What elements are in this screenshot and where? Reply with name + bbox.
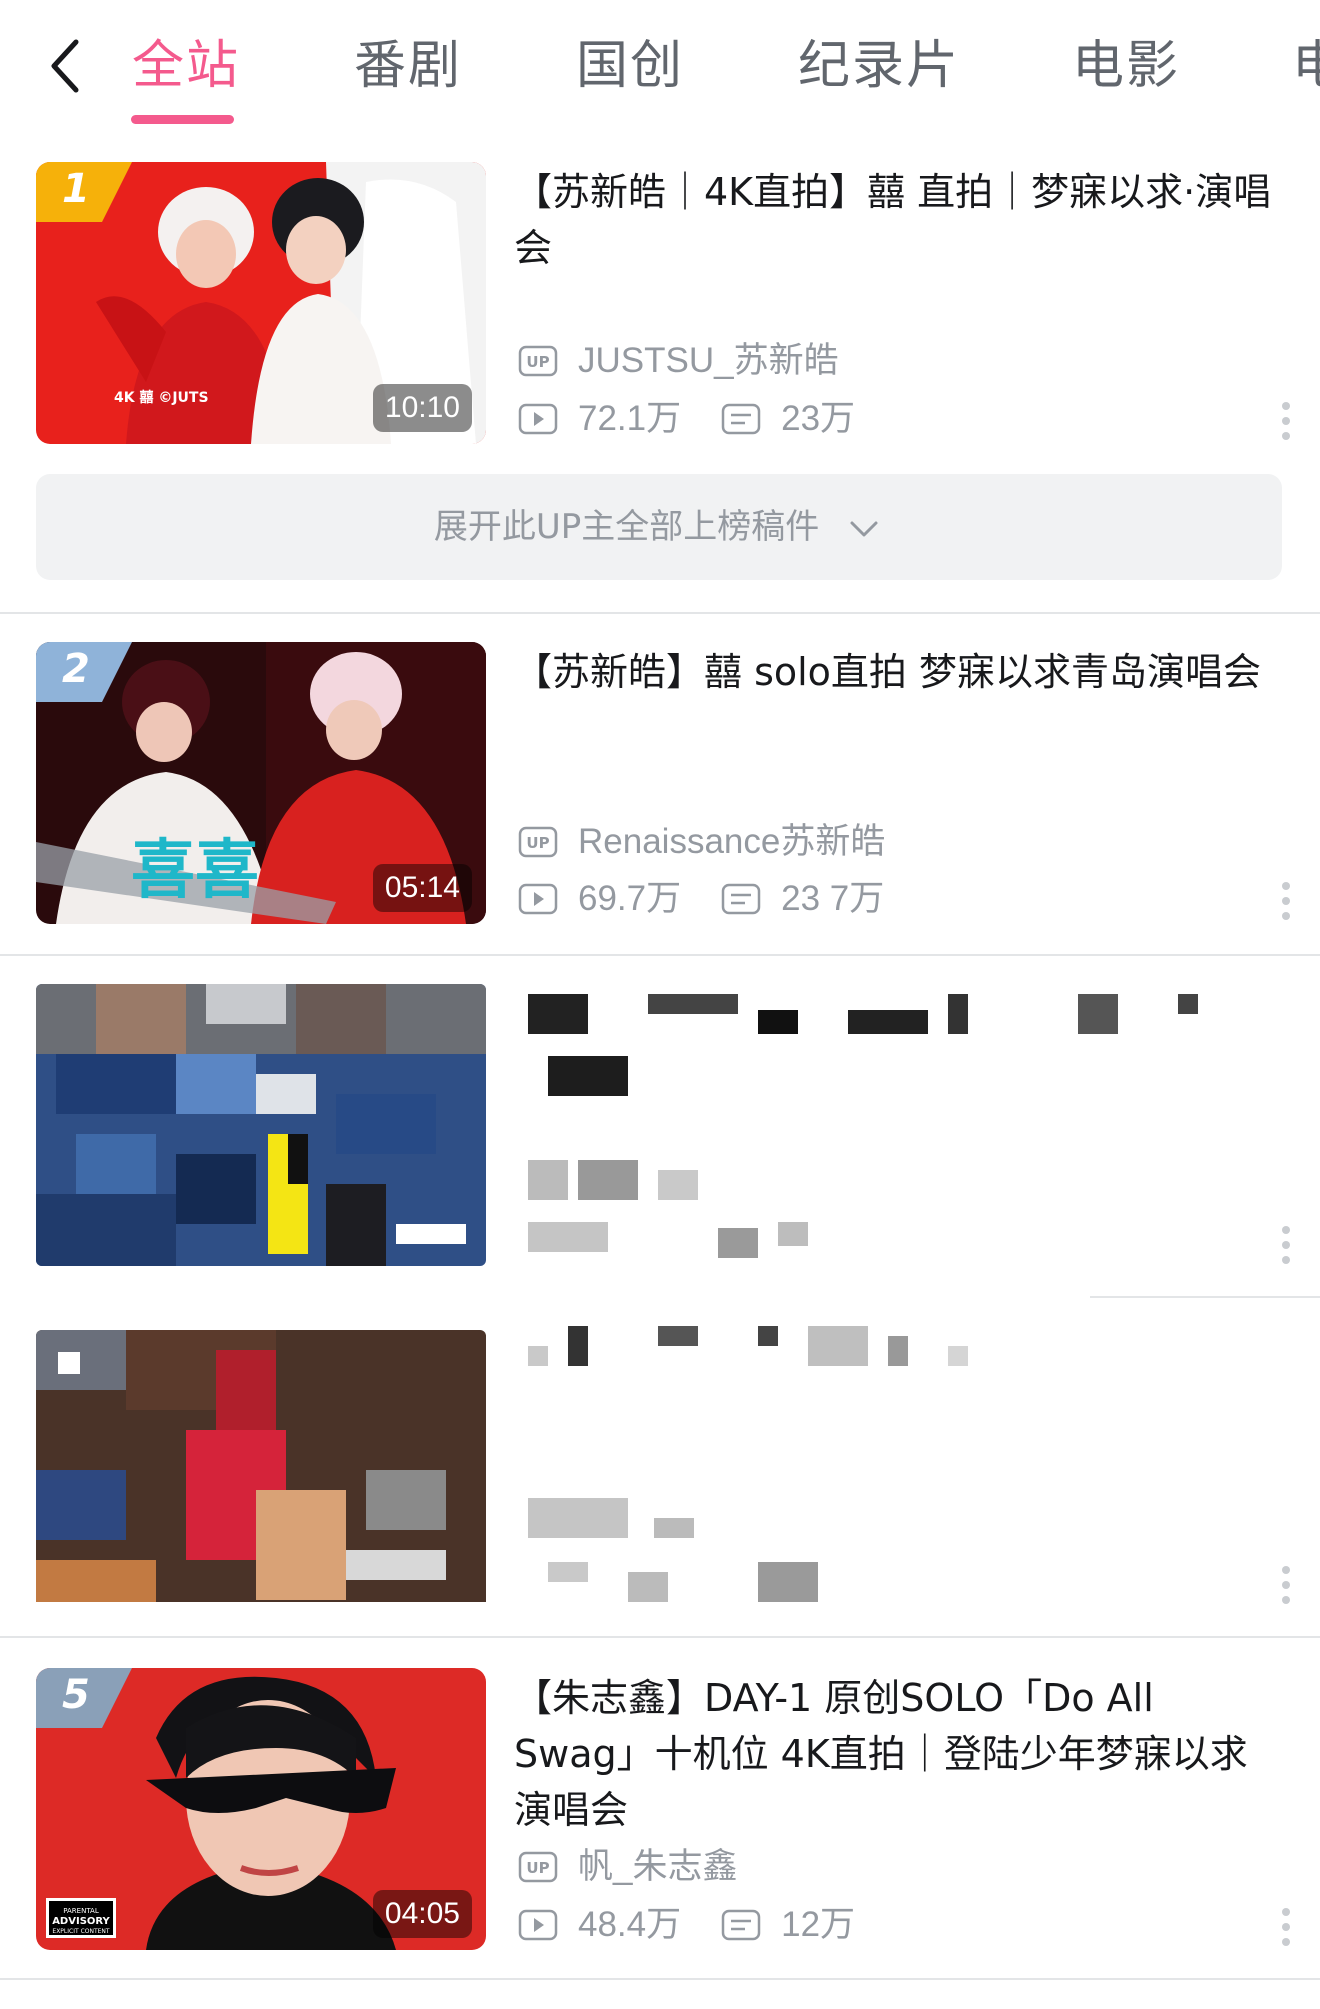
top-nav-bar: 全站 番剧 国创 纪录片 电影 电 xyxy=(0,0,1320,136)
more-icon[interactable] xyxy=(1282,1566,1290,1611)
section-divider xyxy=(0,1636,1320,1638)
uploader-line[interactable]: UP Renaissance苏新皓 xyxy=(518,815,885,867)
thumbnail-watermark: 4K 囍 ©JUTS xyxy=(114,389,209,406)
svg-text:UP: UP xyxy=(526,834,549,852)
section-divider xyxy=(0,954,1320,956)
svg-text:UP: UP xyxy=(526,1859,549,1877)
video-duration: 04:05 xyxy=(372,1890,472,1938)
active-tab-indicator xyxy=(131,115,234,124)
tab-tv-partial[interactable]: 电 xyxy=(1292,30,1320,102)
up-badge-icon: UP xyxy=(518,826,558,857)
obscured-stats xyxy=(528,1562,888,1606)
play-count-icon xyxy=(518,883,558,914)
more-icon[interactable] xyxy=(1282,402,1290,447)
danmaku-count: 12万 xyxy=(781,1904,856,1944)
section-divider xyxy=(1090,1296,1320,1298)
pixelated-uploader xyxy=(528,1498,694,1538)
obscured-uploader xyxy=(528,1160,828,1204)
more-icon[interactable] xyxy=(1282,882,1290,927)
tab-documentary[interactable]: 纪录片 xyxy=(798,30,960,102)
uploader-name[interactable]: JUSTSU_苏新皓 xyxy=(578,336,839,386)
video-duration: 05:14 xyxy=(372,864,472,912)
up-badge-icon: UP xyxy=(518,1851,558,1882)
danmaku-icon xyxy=(721,403,761,434)
stats-line: 48.4万 12万 xyxy=(518,1898,855,1950)
stats-line: 72.1万 23万 xyxy=(518,392,855,444)
uploader-line[interactable]: UP 帆_朱志鑫 xyxy=(518,1840,737,1892)
pixelated-thumbnail xyxy=(36,1330,486,1602)
play-count: 69.7万 xyxy=(578,878,682,918)
danmaku-icon xyxy=(721,1909,761,1940)
uploader-line[interactable]: UP JUSTSU_苏新皓 xyxy=(518,334,839,386)
video-duration: 10:10 xyxy=(372,384,472,432)
up-badge-icon: UP xyxy=(518,345,558,376)
video-thumbnail[interactable]: 喜喜 2 05:14 xyxy=(36,642,486,924)
danmaku-count: 23万 xyxy=(781,398,856,438)
rank-number: 1 xyxy=(62,166,90,212)
tab-bangumi[interactable]: 番剧 xyxy=(354,30,462,102)
chevron-down-icon xyxy=(850,521,878,536)
danmaku-icon xyxy=(721,883,761,914)
thumbnail-caption: 喜喜 xyxy=(131,834,259,908)
svg-text:EXPLICIT CONTENT: EXPLICIT CONTENT xyxy=(52,1928,110,1935)
obscured-uploader xyxy=(528,1498,728,1542)
svg-text:PARENTAL: PARENTAL xyxy=(63,1907,99,1915)
pixelated-title xyxy=(528,1326,968,1366)
play-count: 72.1万 xyxy=(578,398,682,438)
video-title[interactable]: 【朱志鑫】DAY-1 原创SOLO「Do All Swag」十机位 4K直拍｜登… xyxy=(514,1670,1274,1838)
video-title[interactable]: 【苏新皓｜4K直拍】囍 直拍｜梦寐以求·演唱会 xyxy=(514,164,1274,276)
obscured-title xyxy=(528,990,1288,1096)
rank-number: 5 xyxy=(62,1672,90,1718)
more-icon[interactable] xyxy=(1282,1908,1290,1953)
tab-all-site[interactable]: 全站 xyxy=(132,30,240,102)
uploader-name[interactable]: 帆_朱志鑫 xyxy=(578,1842,737,1892)
more-icon[interactable] xyxy=(1282,1226,1290,1271)
play-count-icon xyxy=(518,1909,558,1940)
video-thumbnail-obscured[interactable] xyxy=(36,984,486,1266)
obscured-title xyxy=(528,1326,988,1380)
video-thumbnail[interactable]: 4K 囍 ©JUTS 1 10:10 xyxy=(36,162,486,444)
pixelated-uploader xyxy=(528,1160,698,1200)
video-thumbnail-obscured[interactable] xyxy=(36,1330,486,1612)
pixelated-stats xyxy=(548,1562,818,1602)
stats-line: 69.7万 23 7万 xyxy=(518,872,884,924)
rank-number: 2 xyxy=(62,646,90,692)
svg-text:ADVISORY: ADVISORY xyxy=(52,1916,110,1927)
expand-uploader-button[interactable]: 展开此UP主全部上榜稿件 xyxy=(36,474,1282,580)
pixelated-title xyxy=(528,994,1198,1096)
obscured-stats xyxy=(528,1222,928,1266)
danmaku-count: 23 7万 xyxy=(781,878,885,918)
uploader-name[interactable]: Renaissance苏新皓 xyxy=(578,817,885,867)
section-divider xyxy=(0,612,1320,614)
pixelated-stats xyxy=(528,1222,808,1258)
video-title[interactable]: 【苏新皓】囍 solo直拍 梦寐以求青岛演唱会 xyxy=(514,644,1274,700)
svg-text:UP: UP xyxy=(526,353,549,371)
tab-movie[interactable]: 电影 xyxy=(1072,30,1180,102)
expand-label: 展开此UP主全部上榜稿件 xyxy=(433,507,820,547)
back-chevron-left-icon[interactable] xyxy=(44,36,88,96)
pixelated-thumbnail xyxy=(36,984,486,1266)
play-count-icon xyxy=(518,403,558,434)
section-divider xyxy=(0,1978,1320,1980)
video-thumbnail[interactable]: PARENTAL ADVISORY EXPLICIT CONTENT 5 04:… xyxy=(36,1668,486,1950)
tab-guochuang[interactable]: 国创 xyxy=(576,30,684,102)
play-count: 48.4万 xyxy=(578,1904,682,1944)
